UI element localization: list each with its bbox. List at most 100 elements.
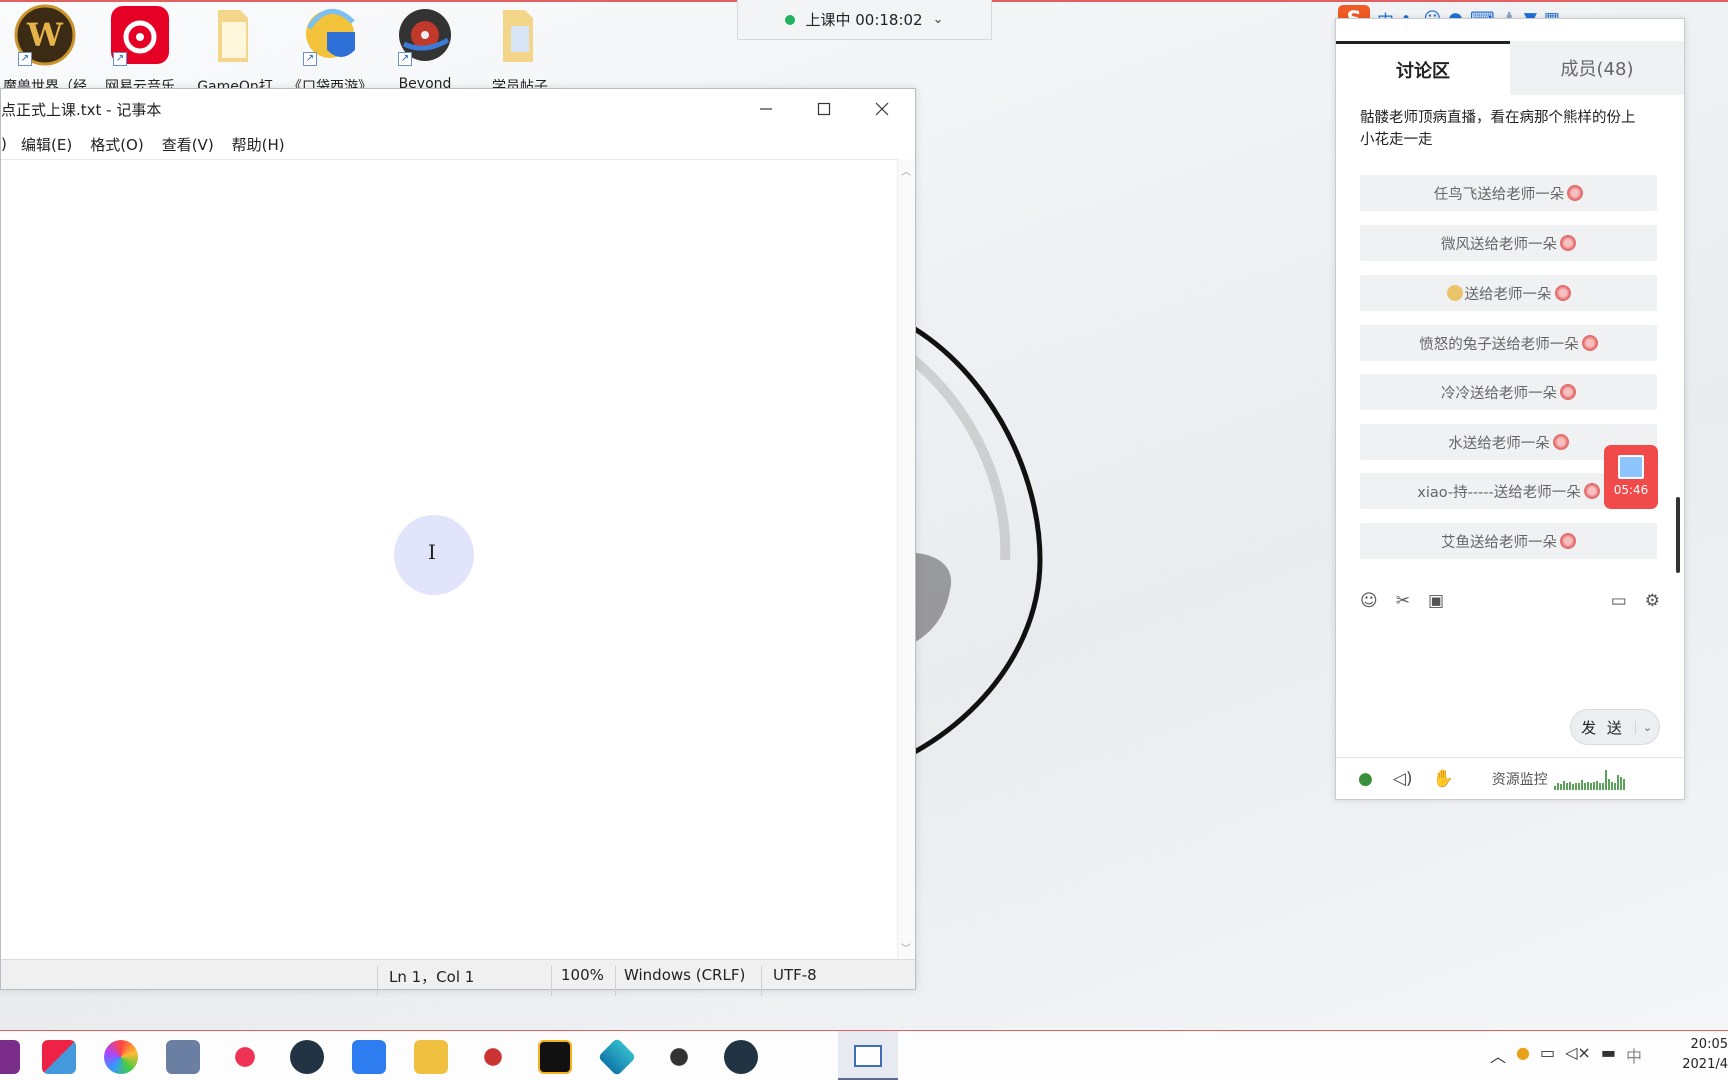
minimize-icon bbox=[760, 108, 772, 110]
monitor-bar bbox=[1562, 780, 1565, 790]
taskbar-g-app-icon[interactable] bbox=[538, 1040, 572, 1074]
settings-icon[interactable]: ⚙ bbox=[1645, 591, 1660, 611]
cheat-engine-icon[interactable] bbox=[724, 1040, 758, 1074]
netease-music-icon: ↗ bbox=[109, 4, 171, 66]
status-divider bbox=[615, 966, 616, 996]
desktop-icon-netease-music[interactable]: ↗ 网易云音乐 bbox=[93, 4, 187, 96]
gift-countdown-button[interactable]: 05:46 bbox=[1604, 445, 1658, 509]
menu-item-format[interactable]: 格式(O) bbox=[88, 134, 146, 155]
menu-item-view[interactable]: 查看(V) bbox=[160, 134, 216, 155]
beyond-music-icon: ↗ bbox=[394, 4, 456, 66]
taskbar-diamond-icon[interactable] bbox=[597, 1037, 637, 1077]
taskbar-bug-tool-icon[interactable] bbox=[228, 1040, 262, 1074]
taskbar-notes-icon[interactable] bbox=[352, 1040, 386, 1074]
ime-indicator[interactable]: 中 bbox=[1626, 1043, 1642, 1067]
scroll-up-icon[interactable]: ︿ bbox=[901, 163, 911, 178]
monitor-bar bbox=[1592, 781, 1595, 790]
folder-icon bbox=[489, 4, 551, 66]
taskbar-color-wheel-icon[interactable] bbox=[104, 1040, 138, 1074]
microphone-icon[interactable]: ● bbox=[1358, 769, 1373, 789]
notepad-icon bbox=[854, 1045, 882, 1067]
qq-icon[interactable]: ● bbox=[1516, 1043, 1530, 1067]
taskbar-app-icon[interactable] bbox=[0, 1040, 20, 1074]
hand-raise-off-icon[interactable]: ✋ bbox=[1433, 769, 1454, 789]
calculator-icon[interactable] bbox=[166, 1040, 200, 1074]
status-divider bbox=[551, 966, 552, 996]
desktop-icon-gameon[interactable]: GameOn打 bbox=[188, 4, 282, 96]
battery-icon[interactable]: ▬ bbox=[1601, 1043, 1616, 1067]
flower-text: 艾鱼送给老师一朵 bbox=[1441, 534, 1557, 551]
taskbar-spider-icon[interactable] bbox=[662, 1040, 696, 1074]
game-shield-icon: ↗ bbox=[299, 4, 361, 66]
monitor-bar bbox=[1622, 778, 1625, 790]
line-ending: Windows (CRLF) bbox=[624, 966, 746, 984]
monitor-bar bbox=[1586, 781, 1589, 790]
close-button[interactable] bbox=[853, 89, 911, 129]
taskbar-package-icon[interactable] bbox=[42, 1040, 76, 1074]
system-tray: ︿ ● ▭ ◁× ▬ 中 bbox=[1490, 1043, 1642, 1067]
cursor-position: Ln 1，Col 1 bbox=[389, 968, 475, 986]
notepad-menubar: ) 编辑(E) 格式(O) 查看(V) 帮助(H) bbox=[1, 129, 915, 159]
svg-text:W: W bbox=[26, 16, 64, 54]
flower-icon bbox=[1560, 533, 1576, 549]
emoji-icon[interactable]: ☺ bbox=[1360, 591, 1378, 611]
cheat-engine-icon[interactable] bbox=[290, 1040, 324, 1074]
folder-icon bbox=[204, 4, 266, 66]
taskbar: ︿ ● ▭ ◁× ▬ 中 20:05 2021/4 bbox=[0, 1030, 1728, 1080]
desktop-icon-kdxy[interactable]: ↗ 《口袋西游》 bbox=[283, 4, 377, 96]
shortcut-arrow-icon: ↗ bbox=[303, 52, 317, 66]
menu-item-edit[interactable]: 编辑(E) bbox=[19, 134, 74, 155]
scissors-icon[interactable]: ✂ bbox=[1396, 591, 1410, 611]
notepad-titlebar[interactable]: 点正式上课.txt - 记事本 bbox=[1, 89, 915, 129]
flower-text: 冷冷送给老师一朵 bbox=[1441, 385, 1557, 402]
monitor-bar bbox=[1613, 782, 1616, 790]
shortcut-arrow-icon: ↗ bbox=[398, 52, 412, 66]
network-icon[interactable]: ▭ bbox=[1540, 1043, 1555, 1067]
monitor-bar bbox=[1583, 782, 1586, 790]
monitor-bar bbox=[1604, 769, 1607, 790]
flower-notice: 送给老师一朵 bbox=[1360, 275, 1657, 311]
flower-icon bbox=[1567, 185, 1584, 201]
menu-item-help[interactable]: 帮助(H) bbox=[230, 134, 287, 155]
speaker-icon[interactable]: ◁) bbox=[1393, 769, 1413, 789]
taskbar-debugger-icon[interactable] bbox=[476, 1040, 510, 1074]
flower-icon bbox=[1560, 235, 1576, 251]
live-indicator bbox=[785, 14, 796, 25]
monitor-bar bbox=[1565, 782, 1568, 790]
chat-bottom-bar: ● ◁) ✋ 资源监控 bbox=[1336, 757, 1684, 799]
chevron-down-icon[interactable]: ⌄ bbox=[933, 12, 944, 27]
flower-icon bbox=[1581, 335, 1598, 351]
desktop-icon-student-posts[interactable]: 学员帖子 bbox=[473, 4, 567, 96]
comment-icon[interactable]: ▭ bbox=[1611, 591, 1627, 611]
flower-text: 愤怒的兔子送给老师一朵 bbox=[1419, 336, 1579, 353]
resource-monitor[interactable]: 资源监控 bbox=[1492, 768, 1625, 790]
gift-icon bbox=[1618, 455, 1644, 479]
scroll-down-icon[interactable]: ﹀ bbox=[901, 940, 911, 955]
flower-notice: 艾鱼送给老师一朵 bbox=[1360, 523, 1657, 559]
vertical-scrollbar[interactable]: ︿ ﹀ bbox=[897, 159, 915, 959]
flower-text: xiao-持-----送给老师一朵 bbox=[1417, 484, 1581, 501]
chevron-down-icon[interactable]: ⌄ bbox=[1635, 720, 1659, 734]
monitor-bar bbox=[1574, 782, 1577, 790]
flower-icon bbox=[1560, 384, 1576, 400]
menu-item-file-edge[interactable]: ) bbox=[1, 135, 7, 153]
zoom-level: 100% bbox=[561, 966, 604, 984]
volume-muted-icon[interactable]: ◁× bbox=[1565, 1043, 1591, 1067]
maximize-button[interactable] bbox=[795, 89, 853, 129]
tab-discussion[interactable]: 讨论区 bbox=[1336, 41, 1510, 95]
flower-notice: 微风送给老师一朵 bbox=[1360, 225, 1657, 261]
taskbar-clock[interactable]: 20:05 2021/4 bbox=[1678, 1035, 1728, 1075]
file-explorer-icon[interactable] bbox=[414, 1040, 448, 1074]
minimize-button[interactable] bbox=[737, 89, 795, 129]
class-timer-bar[interactable]: 上课中 00:18:02 ⌄ bbox=[737, 0, 992, 40]
chevron-up-icon[interactable]: ︿ bbox=[1490, 1043, 1506, 1067]
flower-icon bbox=[1554, 285, 1571, 301]
tab-members[interactable]: 成员(48) bbox=[1510, 41, 1684, 95]
shortcut-arrow-icon: ↗ bbox=[113, 52, 127, 66]
desktop-icon-wow[interactable]: W ↗ 魔兽世界（经 bbox=[0, 4, 92, 96]
taskbar-notepad-active[interactable] bbox=[838, 1031, 898, 1080]
desktop-icon-beyond[interactable]: ↗ Beyond bbox=[378, 4, 472, 92]
chat-scroll-thumb[interactable] bbox=[1676, 497, 1680, 573]
send-button[interactable]: 发 送 ⌄ bbox=[1570, 709, 1660, 745]
image-icon[interactable]: ▣ bbox=[1428, 591, 1444, 611]
